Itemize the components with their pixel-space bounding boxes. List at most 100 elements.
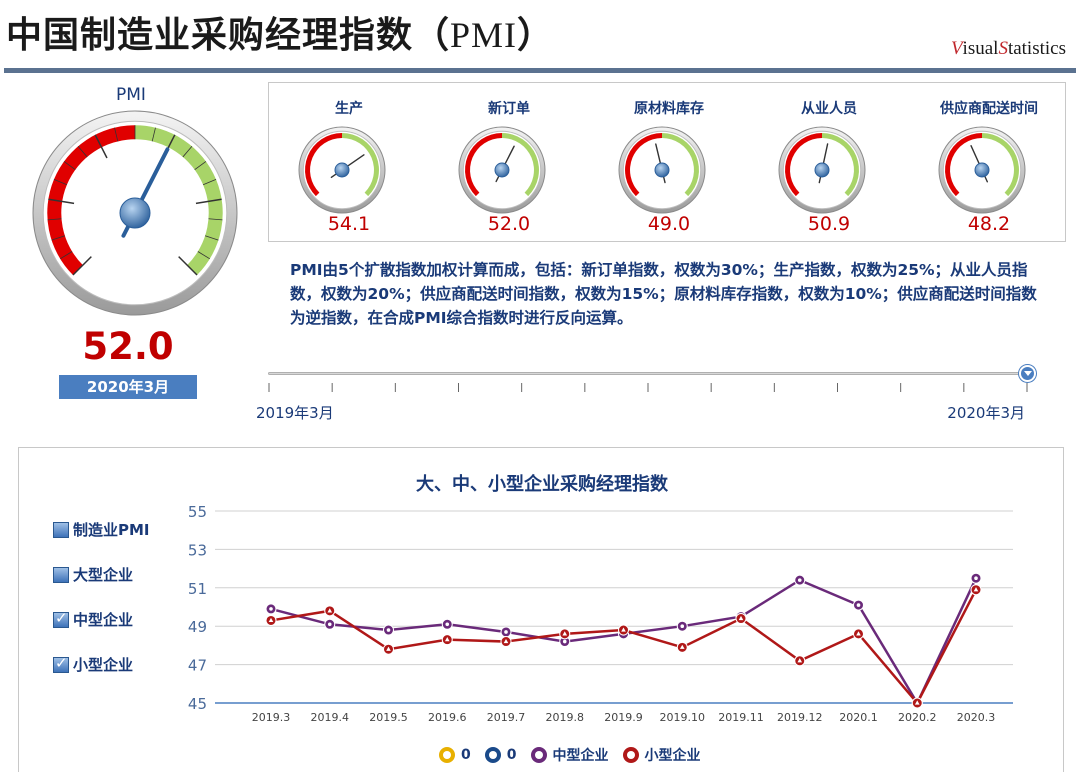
data-point — [794, 574, 806, 586]
sub-gauge-dial — [778, 126, 866, 214]
data-point — [265, 614, 277, 626]
x-tick-label: 2020.1 — [839, 711, 878, 724]
main-gauge-label: PMI — [116, 85, 146, 105]
slider-thumb-handle[interactable] — [1019, 365, 1036, 382]
series-toggle[interactable]: 大型企业 — [53, 563, 183, 586]
timeline-end-label: 2020年3月 — [947, 404, 1025, 422]
data-point — [265, 603, 277, 615]
unchecked-checkbox-icon[interactable] — [53, 566, 69, 583]
y-tick-label: 45 — [188, 695, 207, 713]
x-tick-label: 2019.7 — [487, 711, 526, 724]
legend-label: 小型企业 — [644, 748, 701, 764]
series-toggle-label: 中型企业 — [73, 611, 134, 629]
legend-label: 中型企业 — [552, 748, 609, 764]
legend-entry[interactable]: 中型企业 — [530, 745, 609, 765]
sub-gauge-item: 原材料库存 49.0 — [589, 83, 749, 241]
sub-gauge-item: 生产 54.1 — [269, 83, 429, 241]
x-tick-label: 2019.12 — [777, 711, 823, 724]
sub-gauge-item: 从业人员 50.9 — [749, 83, 909, 241]
series-toggle-label: 大型企业 — [73, 566, 134, 584]
x-tick-label: 2019.4 — [311, 711, 350, 724]
series-line — [270, 589, 978, 706]
sub-gauge-name: 生产 — [335, 101, 363, 117]
data-point-inner — [445, 622, 450, 627]
title-close: ） — [517, 15, 555, 56]
data-point-inner — [504, 630, 508, 634]
sub-gauge-value: 49.0 — [647, 213, 691, 235]
checked-checkbox-icon[interactable] — [53, 654, 69, 673]
slider-track[interactable] — [268, 372, 1023, 375]
data-point — [559, 628, 571, 640]
data-point-inner — [269, 607, 273, 611]
data-point-inner — [856, 603, 861, 607]
x-tick-label: 2020.2 — [898, 711, 937, 724]
x-tick-label: 2019.3 — [252, 711, 291, 724]
y-tick-label: 51 — [188, 580, 207, 598]
sub-gauge-dial — [458, 126, 546, 214]
title-text: 中国制造业采购经理指数（ — [6, 15, 451, 56]
timeline-slider[interactable]: 2019年3月 2020年3月 — [256, 364, 1040, 424]
gauge-hub — [119, 197, 151, 229]
checked-checkbox-icon[interactable] — [53, 609, 69, 628]
x-tick-label: 2019.5 — [369, 711, 408, 724]
series-toggle-legend: 制造业PMI 大型企业中型企业小型企业 — [53, 518, 183, 698]
sub-gauge-name: 供应商配送时间 — [940, 101, 1038, 117]
data-point-inner — [680, 624, 685, 628]
unchecked-checkbox-icon[interactable] — [53, 521, 69, 538]
data-point — [853, 599, 864, 611]
gauge-hub — [654, 162, 670, 178]
legend-marker-icon — [484, 747, 501, 763]
data-point — [383, 624, 394, 636]
sub-gauge-value: 50.9 — [807, 213, 851, 235]
data-point — [970, 572, 982, 584]
series-toggle[interactable]: 中型企业 — [53, 608, 183, 631]
data-point — [500, 636, 512, 648]
brand-tatistics: tatistics — [1007, 38, 1066, 59]
main-pmi-gauge — [32, 110, 238, 316]
legend-label: 0 — [461, 747, 471, 763]
legend-entry[interactable]: 0 — [484, 747, 517, 763]
x-tick-label: 2019.9 — [604, 711, 643, 724]
brand-logo: VisualStatistics — [951, 38, 1066, 60]
slider-ticks — [268, 383, 1028, 392]
brand-s: S — [998, 38, 1008, 59]
data-point — [735, 613, 747, 625]
legend-marker-icon — [439, 747, 455, 763]
title-divider — [4, 68, 1076, 73]
series-toggle[interactable]: 制造业PMI — [53, 518, 183, 541]
gauge-hub — [974, 162, 990, 178]
sub-gauge-item: 新订单 52.0 — [429, 83, 589, 241]
x-tick-label: 2019.10 — [660, 711, 706, 724]
timeline-start-label: 2019年3月 — [256, 404, 334, 422]
legend-entry[interactable]: 0 — [439, 747, 471, 763]
sub-index-gauges-panel: 生产 54.1 新订单 52.0 原材料库存 49.0 从业人员 50.9 供应商配送时间 48.… — [268, 82, 1066, 242]
x-tick-label: 2019.11 — [718, 711, 764, 724]
x-tick-label: 2019.6 — [428, 711, 467, 724]
main-gauge-date: 2020年3月 — [59, 375, 197, 399]
series-toggle-label: 制造业PMI — [73, 521, 150, 539]
y-tick-label: 55 — [188, 503, 207, 521]
data-point-inner — [562, 639, 567, 644]
main-gauge-value: 52.0 — [82, 325, 174, 368]
legend-entry[interactable]: 小型企业 — [622, 745, 701, 765]
sub-gauge-name: 原材料库存 — [634, 101, 704, 117]
data-point — [500, 626, 512, 638]
data-point — [324, 605, 336, 617]
sub-gauge-name: 新订单 — [488, 101, 530, 117]
data-point — [441, 618, 453, 630]
page-title: 中国制造业采购经理指数（PMI） — [6, 6, 554, 58]
gauge-hub — [334, 162, 350, 178]
data-point — [853, 628, 864, 640]
gauge-hub — [814, 162, 830, 178]
data-point — [441, 634, 453, 646]
sub-gauge-dial — [618, 126, 706, 214]
pmi-description: PMI由5个扩散指数加权计算而成，包括：新订单指数，权数为30%；生产指数，权数… — [290, 261, 1037, 327]
y-tick-label: 49 — [188, 618, 207, 636]
series-toggle[interactable]: 小型企业 — [53, 653, 183, 676]
data-point — [911, 697, 923, 709]
sub-gauge-dial — [938, 126, 1026, 214]
data-point-inner — [386, 628, 391, 632]
data-point — [618, 624, 629, 636]
title-pmi: PMI — [450, 15, 518, 55]
sub-gauge-name: 从业人员 — [801, 101, 857, 117]
